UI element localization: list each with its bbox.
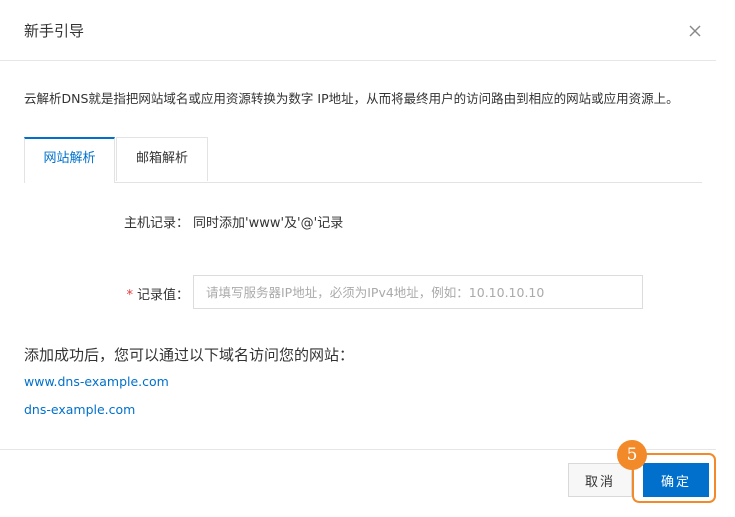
step-number-badge: 5 [617,440,647,470]
footer-divider [0,449,716,450]
dialog-title: 新手引导 [24,22,85,40]
record-value-input[interactable] [193,275,643,309]
record-value-label-wrap: * 记录值： [126,284,189,303]
host-record-row: 主机记录： 同时添加'www'及'@'记录 [0,212,735,232]
record-value-row: * 记录值： [0,275,735,309]
domain-link-root[interactable]: dns-example.com [24,402,135,417]
tab-bar: 网站解析 邮箱解析 [24,137,702,183]
dialog-header: 新手引导 [0,0,716,61]
cancel-button[interactable]: 取消 [568,463,632,497]
domain-link-www[interactable]: www.dns-example.com [24,374,169,389]
required-mark: * [126,288,133,303]
guide-dialog: 新手引导 云解析DNS就是指把网站域名或应用资源转换为数字 IP地址，从而将最终… [0,0,735,517]
host-record-label: 主机记录： [123,216,189,231]
tab-mail-resolution[interactable]: 邮箱解析 [116,137,208,181]
success-message: 添加成功后，您可以通过以下域名访问您的网站： [24,346,355,364]
intro-text: 云解析DNS就是指把网站域名或应用资源转换为数字 IP地址，从而将最终用户的访问… [24,91,679,106]
close-icon[interactable] [686,22,704,40]
tab-website-resolution[interactable]: 网站解析 [24,137,115,183]
confirm-button[interactable]: 确定 [643,463,709,497]
host-record-value: 同时添加'www'及'@'记录 [193,216,344,231]
record-value-label: 记录值： [136,288,189,303]
